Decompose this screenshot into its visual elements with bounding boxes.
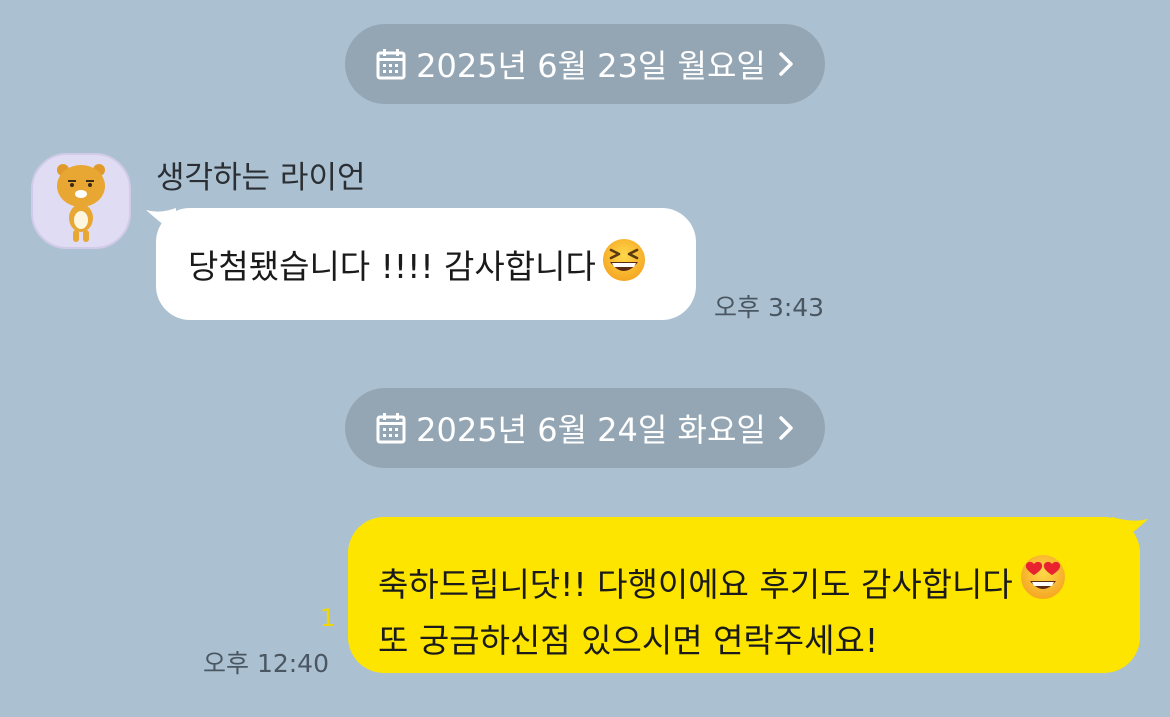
chevron-right-icon [778, 415, 794, 441]
outgoing-message-line: 축하드립니닷!! 다행이에요 후기도 감사합니다 [378, 553, 1140, 615]
outgoing-message-text-line2: 또 궁금하신점 있으시면 연락주세요! [378, 621, 879, 660]
date-divider-label: 2025년 6월 24일 화요일 [416, 411, 766, 449]
outgoing-message-time: 오후 12:40 [203, 649, 329, 678]
ryan-character-icon [57, 164, 105, 242]
date-divider-june-24[interactable]: 2025년 6월 24일 화요일 [345, 388, 825, 468]
sender-avatar[interactable] [31, 153, 131, 249]
incoming-message-bubble[interactable]: 당첨됐습니다 !!!! 감사합니다 [156, 208, 696, 320]
incoming-message-time: 오후 3:43 [714, 293, 825, 322]
date-divider-june-23[interactable]: 2025년 6월 23일 월요일 [345, 24, 825, 104]
heart-eyes-face-icon [1019, 553, 1067, 615]
chevron-right-icon [778, 51, 794, 77]
incoming-message-text: 당첨됐습니다 !!!! 감사합니다 [188, 247, 596, 286]
calendar-icon [376, 412, 406, 444]
grinning-squinting-face-icon [602, 238, 646, 290]
outgoing-message-text-line1: 축하드립니닷!! 다행이에요 후기도 감사합니다 [378, 564, 1013, 604]
unread-count: 1 [320, 604, 336, 632]
outgoing-message-bubble[interactable]: 축하드립니닷!! 다행이에요 후기도 감사합니다 또 궁금하신점 있으시면 연락… [348, 517, 1140, 673]
date-divider-label: 2025년 6월 23일 월요일 [416, 47, 766, 85]
calendar-icon [376, 48, 406, 80]
sender-name: 생각하는 라이언 [156, 160, 366, 196]
outgoing-message-line: 또 궁금하신점 있으시면 연락주세요! [378, 615, 1140, 666]
